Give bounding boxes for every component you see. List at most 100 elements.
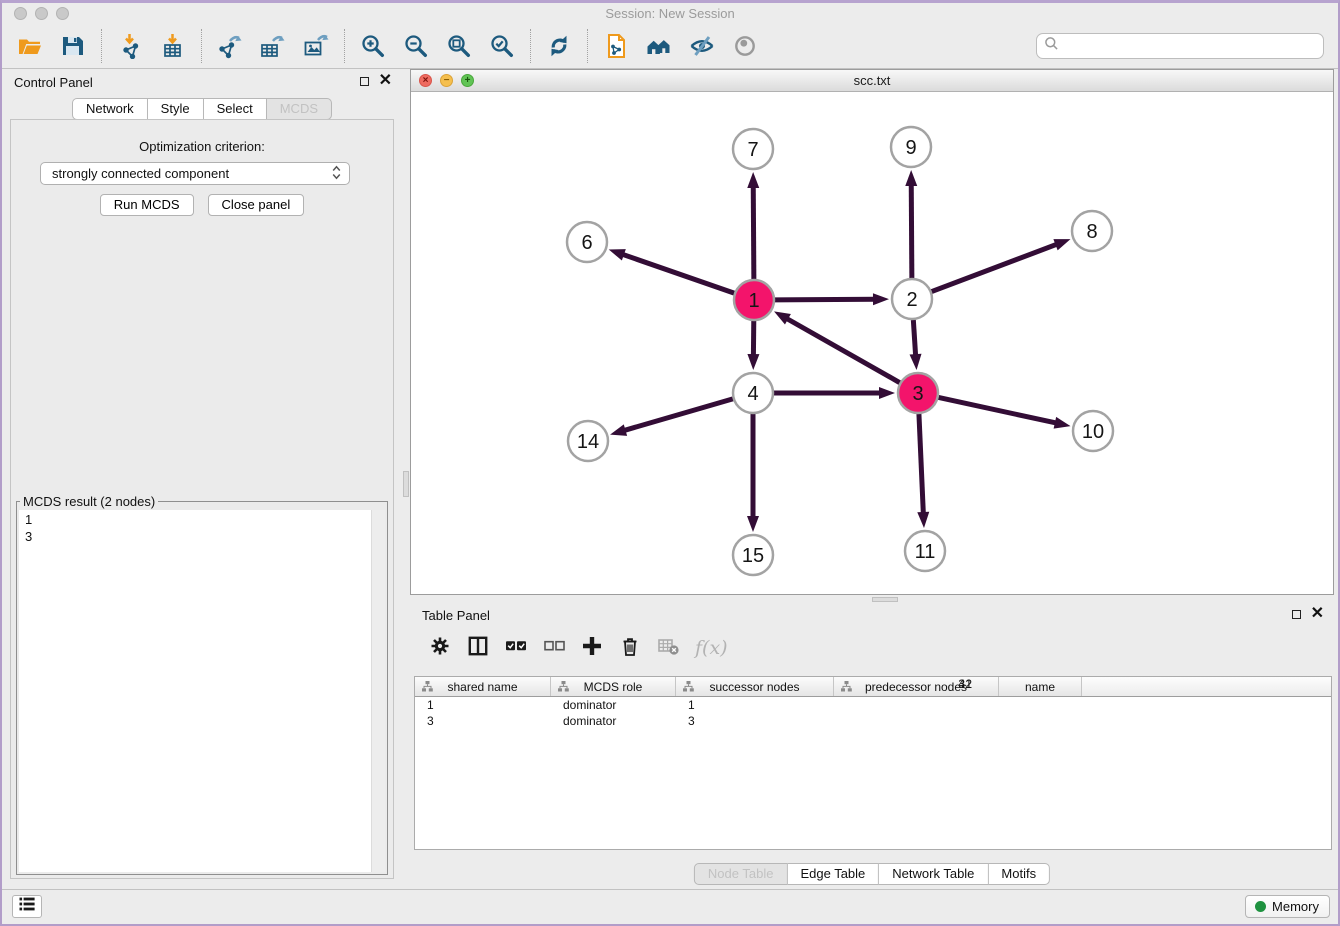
control-panel-title: Control Panel (14, 75, 93, 90)
graph-edge-1-6[interactable] (621, 254, 734, 293)
tab-select[interactable]: Select (204, 98, 267, 120)
delete-column-button[interactable] (619, 635, 641, 662)
tab-network-table[interactable]: Network Table (879, 863, 988, 885)
clear-selection-button[interactable] (543, 635, 565, 662)
table-panel: Table Panel ✕ f(x) shared nameMCDS roles… (410, 602, 1334, 890)
graph-edge-arrow-2-8 (1053, 239, 1070, 250)
graph-edge-arrow-3-11 (917, 512, 929, 528)
vertical-splitter[interactable] (402, 69, 410, 890)
table-cell[interactable]: 3 (415, 714, 551, 728)
gear-button[interactable] (429, 635, 451, 662)
panel-menu-button[interactable] (12, 895, 42, 918)
export-network-button[interactable] (212, 27, 248, 65)
result-scrollbar[interactable] (371, 510, 385, 872)
toolbar-separator (530, 29, 531, 63)
new-network-from-selection-button[interactable] (598, 27, 634, 65)
zoom-in-button[interactable] (355, 27, 391, 65)
delete-table-button (657, 635, 679, 662)
graph-edge-arrow-1-4 (747, 354, 759, 370)
close-window-icon[interactable] (14, 7, 27, 20)
graph-edge-4-14[interactable] (623, 399, 733, 431)
table-row-1[interactable]: 3dominator323 (415, 713, 1331, 729)
list-icon (17, 894, 37, 919)
save-session-button[interactable] (55, 27, 91, 65)
graph-edge-2-9[interactable] (911, 183, 912, 278)
network-window-controls: × − + (419, 74, 474, 87)
graph-edge-2-8[interactable] (932, 244, 1059, 292)
maximize-window-icon[interactable] (56, 7, 69, 20)
network-window-titlebar[interactable]: × − + scc.txt (411, 70, 1333, 92)
zoom-fit-button[interactable] (441, 27, 477, 65)
search-input[interactable] (1063, 38, 1316, 55)
table-cell[interactable]: 1 (415, 698, 551, 712)
horizontal-splitter[interactable] (410, 595, 1334, 602)
graph-node-label-15: 15 (742, 545, 764, 567)
workspace: × − + scc.txt 7968124314101511 Table Pan… (410, 69, 1334, 890)
search-box[interactable] (1036, 33, 1324, 59)
memory-button[interactable]: Memory (1245, 895, 1330, 918)
select-all-button[interactable] (505, 635, 527, 662)
column-label: name (1025, 680, 1055, 694)
import-table-button[interactable] (155, 27, 191, 65)
table-panel-header: Table Panel ✕ (410, 602, 1334, 626)
save-session-icon (60, 33, 86, 59)
graph-edge-2-3[interactable] (913, 320, 915, 357)
tab-motifs[interactable]: Motifs (988, 863, 1050, 885)
table-cell[interactable]: dominator (551, 714, 676, 728)
first-neighbors-button[interactable] (641, 27, 677, 65)
run-mcds-button[interactable]: Run MCDS (100, 194, 194, 216)
close-panel-button[interactable]: Close panel (208, 194, 305, 216)
delete-table-icon (657, 635, 679, 657)
select-all-icon (505, 635, 527, 657)
zoom-selected-button[interactable] (484, 27, 520, 65)
table-cell[interactable]: 1 (676, 698, 759, 712)
column-header-name[interactable]: name (999, 677, 1082, 696)
zoom-out-button[interactable] (398, 27, 434, 65)
column-header-MCDS-role[interactable]: MCDS role (551, 677, 676, 696)
application-window: { "window": { "title": "Session: New Ses… (0, 0, 1340, 926)
import-network-icon (117, 33, 143, 59)
graph-edge-arrow-2-9 (905, 170, 917, 186)
add-column-button[interactable] (581, 635, 603, 662)
table-cell[interactable]: 2 (823, 677, 988, 849)
network-window-title: scc.txt (411, 70, 1333, 91)
network-graph[interactable]: 7968124314101511 (411, 91, 1333, 594)
export-image-button[interactable] (298, 27, 334, 65)
tab-edge-table[interactable]: Edge Table (787, 863, 879, 885)
graph-edge-1-2[interactable] (775, 299, 876, 300)
toolbar-group (541, 27, 577, 65)
close-panel-icon[interactable]: ✕ (379, 75, 392, 86)
minimize-window-icon[interactable] (35, 7, 48, 20)
minimize-network-icon[interactable]: − (440, 74, 453, 87)
optimization-select[interactable]: strongly connected component (40, 162, 350, 185)
close-network-icon[interactable]: × (419, 74, 432, 87)
graph-edge-3-10[interactable] (939, 397, 1058, 423)
tab-style[interactable]: Style (148, 98, 204, 120)
float-panel-icon[interactable] (360, 77, 369, 86)
table-cell[interactable]: 3 (676, 714, 759, 728)
function-builder-icon: f(x) (695, 637, 728, 659)
close-panel-icon[interactable]: ✕ (1311, 608, 1324, 619)
column-header-shared-name[interactable]: shared name (415, 677, 551, 696)
splitter-handle[interactable] (403, 471, 409, 497)
column-header-successor-nodes[interactable]: successor nodes (676, 677, 834, 696)
tab-node-table[interactable]: Node Table (694, 863, 788, 885)
graph-edge-1-7[interactable] (753, 185, 754, 279)
graph-node-label-6: 6 (581, 232, 592, 254)
graph-edge-3-11[interactable] (919, 414, 923, 515)
tab-network[interactable]: Network (72, 98, 148, 120)
graph-edge-3-1[interactable] (785, 318, 899, 383)
float-panel-icon[interactable] (1292, 610, 1301, 619)
graph-node-label-9: 9 (905, 137, 916, 159)
table-body: 1dominator4113dominator323 (415, 697, 1331, 729)
import-network-button[interactable] (112, 27, 148, 65)
table-cell[interactable]: dominator (551, 698, 676, 712)
zoom-fit-icon (446, 33, 472, 59)
open-session-button[interactable] (12, 27, 48, 65)
column-layout-button[interactable] (467, 635, 489, 662)
show-hide-button[interactable] (684, 27, 720, 65)
refresh-button[interactable] (541, 27, 577, 65)
maximize-network-icon[interactable]: + (461, 74, 474, 87)
export-table-button[interactable] (255, 27, 291, 65)
tab-mcds[interactable]: MCDS (267, 98, 332, 120)
